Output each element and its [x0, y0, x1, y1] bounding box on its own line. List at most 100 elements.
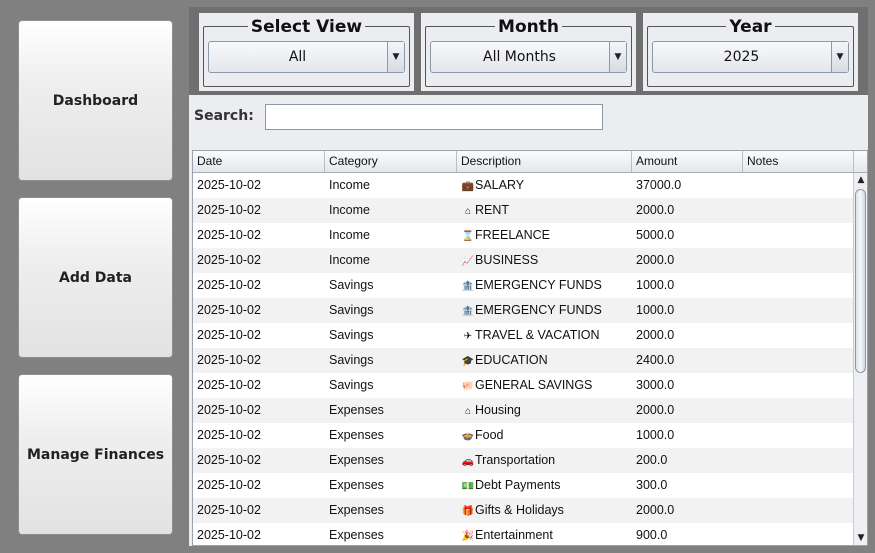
description-text: SALARY [475, 178, 525, 192]
cell-description: ⌂ Housing [457, 398, 632, 423]
cell-notes [743, 248, 853, 273]
table-row[interactable]: 2025-10-02 Expenses ⌂ Housing 2000.0 [193, 398, 853, 423]
cell-amount: 1000.0 [636, 303, 675, 317]
vertical-scrollbar[interactable]: ▲ ▼ [853, 173, 867, 545]
cell-description: ✈ TRAVEL & VACATION [457, 323, 632, 348]
add-data-button[interactable]: Add Data [18, 197, 173, 358]
cell-notes [743, 523, 853, 545]
description-text: Food [475, 428, 504, 442]
month-filter-group: All Months ▼ Month [421, 13, 636, 91]
cell-notes [743, 223, 853, 248]
cell-notes [743, 348, 853, 373]
description-text: Entertainment [475, 528, 553, 542]
cell-date: 2025-10-02 [197, 253, 261, 267]
cell-date: 2025-10-02 [197, 178, 261, 192]
dashboard-button[interactable]: Dashboard [18, 20, 173, 181]
cell-date: 2025-10-02 [197, 403, 261, 417]
cell-date: 2025-10-02 [197, 478, 261, 492]
table-row[interactable]: 2025-10-02 Expenses 💵Debt Payments 300.0 [193, 473, 853, 498]
column-header-amount[interactable]: Amount [632, 151, 743, 172]
cell-amount: 5000.0 [636, 228, 675, 242]
month-filter-legend: Month [421, 17, 636, 37]
cell-date: 2025-10-02 [197, 353, 261, 367]
table-header: Date Category Description Amount Notes [193, 151, 867, 173]
description-text: EMERGENCY FUNDS [475, 278, 602, 292]
cell-amount: 3000.0 [636, 378, 675, 392]
description-text: BUSINESS [475, 253, 539, 267]
cell-notes [743, 323, 853, 348]
cell-amount: 2000.0 [636, 253, 675, 267]
cell-notes [743, 273, 853, 298]
description-text: RENT [475, 203, 510, 217]
view-select[interactable]: All ▼ [208, 41, 405, 73]
sidebar: Dashboard Add Data Manage Finances [0, 0, 187, 553]
column-header-date[interactable]: Date [193, 151, 325, 172]
manage-finances-button[interactable]: Manage Finances [18, 374, 173, 535]
table-row[interactable]: 2025-10-02 Expenses 🎁Gifts & Holidays 2000.… [193, 498, 853, 523]
column-header-description[interactable]: Description [457, 151, 632, 172]
bank-icon: 🏦 [461, 306, 475, 317]
description-text: EDUCATION [475, 353, 548, 367]
cell-description: 🚗Transportation [457, 448, 632, 473]
search-label: Search: [194, 108, 254, 124]
scroll-down-icon[interactable]: ▼ [854, 531, 867, 545]
chevron-down-icon[interactable]: ▼ [609, 42, 626, 72]
table-row[interactable]: 2025-10-02 Savings 🏦EMERGENCY FUNDS 1000.0 [193, 273, 853, 298]
table-row[interactable]: 2025-10-02 Savings ✈ TRAVEL & VACATION 2000.… [193, 323, 853, 348]
cell-category: Income [329, 203, 370, 217]
cell-description: 🍲Food [457, 423, 632, 448]
house-icon: ⌂ [464, 406, 472, 417]
cell-notes [743, 473, 853, 498]
scroll-up-icon[interactable]: ▲ [854, 173, 867, 187]
hourglass-icon: ⌛ [461, 231, 475, 242]
cell-notes [743, 173, 853, 198]
table-row[interactable]: 2025-10-02 Income 💼SALARY 37000.0 [193, 173, 853, 198]
scrollbar-thumb[interactable] [855, 189, 866, 373]
table-row[interactable]: 2025-10-02 Expenses 🍲Food 1000.0 [193, 423, 853, 448]
cell-notes [743, 448, 853, 473]
cell-date: 2025-10-02 [197, 378, 261, 392]
table-row[interactable]: 2025-10-02 Expenses 🚗Transportation 200.0 [193, 448, 853, 473]
car-icon: 🚗 [461, 456, 475, 467]
cell-date: 2025-10-02 [197, 278, 261, 292]
table-row[interactable]: 2025-10-02 Savings 🏦EMERGENCY FUNDS 1000.0 [193, 298, 853, 323]
table-row[interactable]: 2025-10-02 Income 📈BUSINESS 2000.0 [193, 248, 853, 273]
cell-amount: 1000.0 [636, 278, 675, 292]
cell-description: 🎁Gifts & Holidays [457, 498, 632, 523]
year-filter-legend: Year [643, 17, 858, 37]
cell-date: 2025-10-02 [197, 503, 261, 517]
cell-amount: 200.0 [636, 453, 668, 467]
cell-date: 2025-10-02 [197, 428, 261, 442]
table-row[interactable]: 2025-10-02 Income ⌛FREELANCE 5000.0 [193, 223, 853, 248]
chevron-down-icon[interactable]: ▼ [831, 42, 848, 72]
table-row[interactable]: 2025-10-02 Savings 🎓EDUCATION 2400.0 [193, 348, 853, 373]
cell-category: Expenses [329, 453, 384, 467]
cell-date: 2025-10-02 [197, 328, 261, 342]
house-icon: ⌂ [464, 206, 472, 217]
cell-notes [743, 298, 853, 323]
cell-amount: 2000.0 [636, 328, 675, 342]
chart-icon: 📈 [461, 256, 475, 267]
table-row[interactable]: 2025-10-02 Income ⌂ RENT 2000.0 [193, 198, 853, 223]
briefcase-icon: 💼 [461, 181, 475, 192]
cell-amount: 37000.0 [636, 178, 682, 192]
year-select[interactable]: 2025 ▼ [652, 41, 849, 73]
cell-notes [743, 373, 853, 398]
cell-notes [743, 198, 853, 223]
search-input[interactable] [265, 104, 603, 130]
piggy-bank-icon: 🐖 [461, 381, 475, 392]
table-row[interactable]: 2025-10-02 Savings 🐖GENERAL SAVINGS 3000.0 [193, 373, 853, 398]
chevron-down-icon[interactable]: ▼ [387, 42, 404, 72]
table-body: 2025-10-02 Income 💼SALARY 37000.0 2025-10-02… [193, 173, 853, 545]
cell-description: 🎓EDUCATION [457, 348, 632, 373]
bank-icon: 🏦 [461, 281, 475, 292]
cell-category: Savings [329, 378, 374, 392]
column-header-notes[interactable]: Notes [743, 151, 854, 172]
cell-category: Expenses [329, 503, 384, 517]
cell-description: 📈BUSINESS [457, 248, 632, 273]
column-header-category[interactable]: Category [325, 151, 457, 172]
month-select[interactable]: All Months ▼ [430, 41, 627, 73]
cell-notes [743, 498, 853, 523]
cell-description: 🎉Entertainment [457, 523, 632, 545]
table-row[interactable]: 2025-10-02 Expenses 🎉Entertainment 900.0 [193, 523, 853, 545]
